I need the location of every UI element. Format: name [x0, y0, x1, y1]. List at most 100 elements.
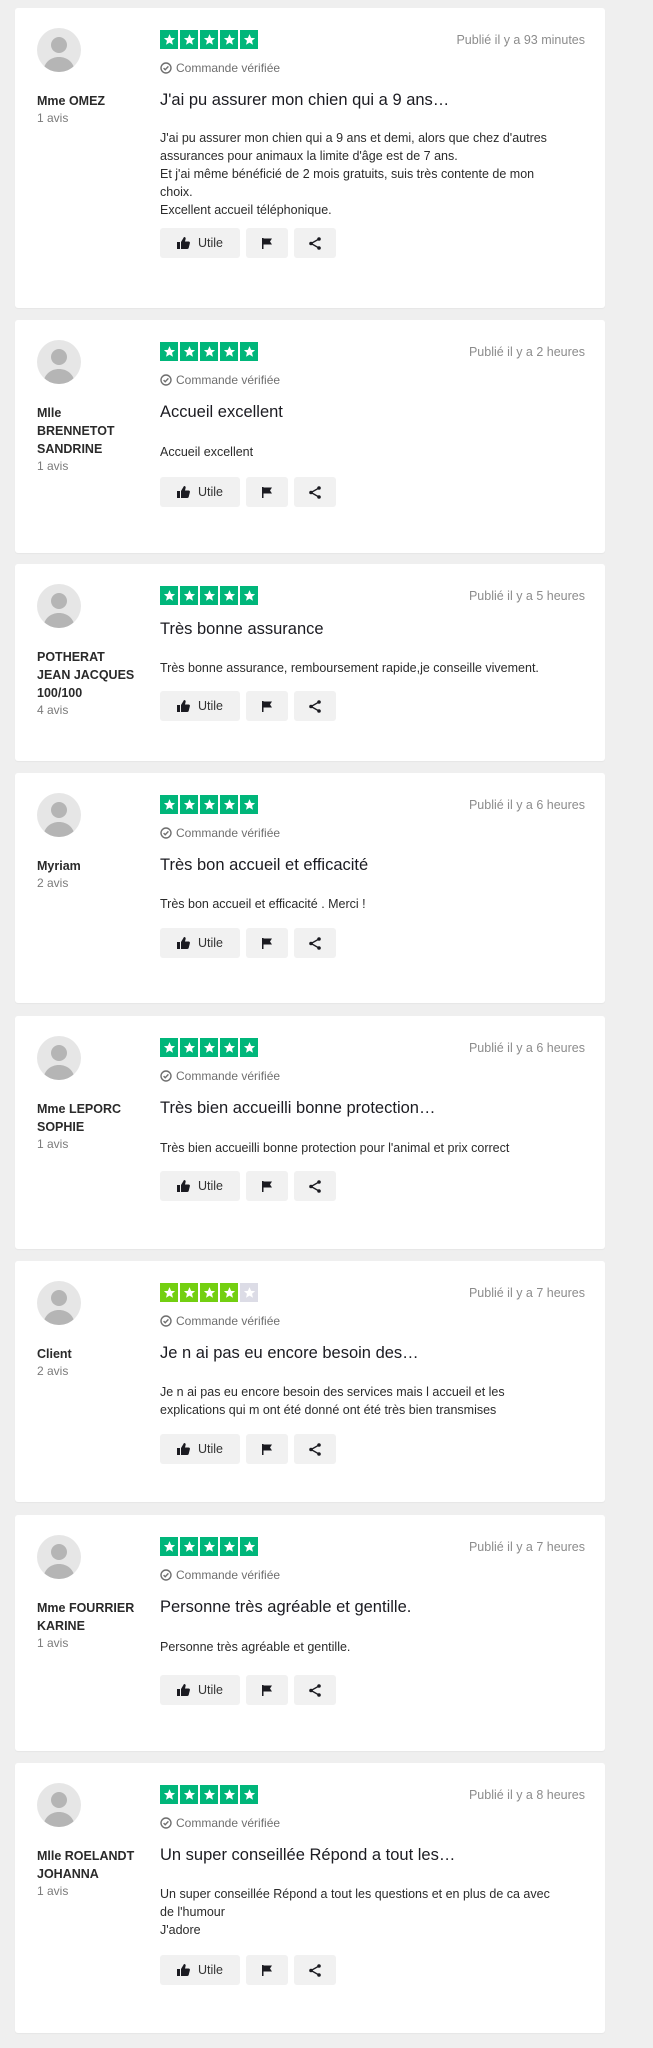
avatar-icon[interactable] — [37, 1281, 81, 1325]
verified-badge: Commande vérifiée — [160, 1568, 280, 1582]
share-button[interactable] — [294, 1955, 336, 1985]
author-name[interactable]: Mme FOURRIER KARINE 1 avis — [37, 1599, 152, 1652]
review-title[interactable]: Très bonne assurance — [160, 620, 580, 639]
review-card: POTHERAT JEAN JACQUES 100/100 4 avis Publi… — [15, 564, 605, 761]
report-button[interactable] — [246, 1171, 288, 1201]
review-title[interactable]: J'ai pu assurer mon chien qui a 9 ans… — [160, 91, 580, 110]
star-icon — [220, 795, 238, 814]
review-card: Client 2 avis Publié il y a 7 heures Comman… — [15, 1261, 605, 1502]
review-title[interactable]: Très bon accueil et efficacité — [160, 856, 580, 875]
flag-icon — [261, 1443, 273, 1455]
verified-label: Commande vérifiée — [176, 373, 281, 387]
review-title[interactable]: Un super conseillée Répond a tout les… — [160, 1846, 580, 1865]
author-name-text[interactable]: Mlle BRENNETOT SANDRINE — [37, 406, 115, 456]
review-body: Très bien accueilli bonne protection pou… — [160, 1141, 510, 1155]
review-title[interactable]: Je n ai pas eu encore besoin des… — [160, 1344, 580, 1363]
review-title[interactable]: Personne très agréable et gentille. — [160, 1598, 580, 1617]
verified-label: Commande vérifiée — [176, 1069, 281, 1083]
report-button[interactable] — [246, 1675, 288, 1705]
author-name-text[interactable]: Mlle ROELANDT JOHANNA — [37, 1849, 134, 1881]
author-name[interactable]: Myriam 2 avis — [37, 857, 152, 892]
share-button[interactable] — [294, 1171, 336, 1201]
author-name-text[interactable]: Mme LEPORC SOPHIE — [37, 1102, 121, 1134]
share-icon — [309, 1442, 321, 1456]
useful-button[interactable]: Utile — [160, 1171, 240, 1201]
review-body: Très bonne assurance, remboursement rapi… — [160, 661, 539, 675]
star-icon — [200, 1283, 218, 1302]
author-name[interactable]: Mme OMEZ 1 avis — [37, 92, 152, 127]
author-name[interactable]: Mlle BRENNETOT SANDRINE 1 avis — [37, 404, 152, 475]
star-rating — [160, 1038, 258, 1057]
flag-icon — [261, 1964, 273, 1976]
star-icon — [180, 795, 198, 814]
report-button[interactable] — [246, 1955, 288, 1985]
review-card: Myriam 2 avis Publié il y a 6 heures Comman… — [15, 773, 605, 1003]
useful-label: Utile — [197, 936, 223, 950]
author-name-text[interactable]: POTHERAT JEAN JACQUES 100/100 — [37, 650, 134, 700]
share-icon — [309, 236, 321, 250]
useful-button[interactable]: Utile — [160, 691, 240, 721]
star-icon — [180, 1038, 198, 1057]
useful-button[interactable]: Utile — [160, 1955, 240, 1985]
flag-icon — [261, 486, 273, 498]
author-name-text[interactable]: Client — [37, 1347, 72, 1361]
author-name[interactable]: Mlle ROELANDT JOHANNA 1 avis — [37, 1847, 152, 1900]
verified-label: Commande vérifiée — [176, 1314, 281, 1328]
report-button[interactable] — [246, 477, 288, 507]
check-circle-icon — [160, 374, 172, 386]
share-button[interactable] — [294, 228, 336, 258]
verified-label: Commande vérifiée — [176, 826, 281, 840]
author-name[interactable]: Mme LEPORC SOPHIE 1 avis — [37, 1100, 152, 1153]
author-review-count: 2 avis — [37, 876, 69, 890]
share-button[interactable] — [294, 1675, 336, 1705]
review-actions: Utile — [160, 1955, 336, 1985]
star-rating — [160, 586, 258, 605]
author-name-text[interactable]: Mme FOURRIER KARINE — [37, 1601, 134, 1633]
share-button[interactable] — [294, 928, 336, 958]
avatar-icon[interactable] — [37, 1783, 81, 1827]
review-body: Très bon accueil et efficacité . Merci ! — [160, 897, 366, 911]
share-button[interactable] — [294, 691, 336, 721]
report-button[interactable] — [246, 228, 288, 258]
avatar-icon[interactable] — [37, 793, 81, 837]
author-name[interactable]: POTHERAT JEAN JACQUES 100/100 4 avis — [37, 648, 152, 719]
star-icon — [200, 795, 218, 814]
review-title[interactable]: Accueil excellent — [160, 403, 580, 422]
star-icon — [160, 1785, 178, 1804]
star-icon — [200, 1537, 218, 1556]
report-button[interactable] — [246, 928, 288, 958]
avatar-icon[interactable] — [37, 340, 81, 384]
useful-button[interactable]: Utile — [160, 1434, 240, 1464]
useful-button[interactable]: Utile — [160, 928, 240, 958]
author-review-count: 1 avis — [37, 459, 69, 473]
share-button[interactable] — [294, 1434, 336, 1464]
author-name-text[interactable]: Mme OMEZ — [37, 94, 105, 108]
share-button[interactable] — [294, 477, 336, 507]
avatar-icon[interactable] — [37, 28, 81, 72]
star-icon — [200, 30, 218, 49]
author-name-text[interactable]: Myriam — [37, 859, 81, 873]
star-rating — [160, 30, 258, 49]
report-button[interactable] — [246, 691, 288, 721]
star-icon — [200, 1785, 218, 1804]
useful-button[interactable]: Utile — [160, 477, 240, 507]
avatar-icon[interactable] — [37, 1036, 81, 1080]
useful-button[interactable]: Utile — [160, 1675, 240, 1705]
star-icon — [200, 342, 218, 361]
review-title[interactable]: Très bien accueilli bonne protection… — [160, 1099, 580, 1118]
review-card: Mlle BRENNETOT SANDRINE 1 avis Publié il y… — [15, 320, 605, 553]
author-review-count: 1 avis — [37, 1636, 69, 1650]
avatar-icon[interactable] — [37, 1535, 81, 1579]
share-icon — [309, 936, 321, 950]
author-review-count: 2 avis — [37, 1364, 69, 1378]
author-name[interactable]: Client 2 avis — [37, 1345, 152, 1380]
useful-button[interactable]: Utile — [160, 228, 240, 258]
star-icon — [180, 30, 198, 49]
avatar-icon[interactable] — [37, 584, 81, 628]
review-body: J'ai pu assurer mon chien qui a 9 ans et… — [160, 131, 547, 217]
report-button[interactable] — [246, 1434, 288, 1464]
verified-label: Commande vérifiée — [176, 61, 281, 75]
review-date: Publié il y a 7 heures — [468, 1286, 585, 1300]
useful-label: Utile — [197, 485, 223, 499]
verified-badge: Commande vérifiée — [160, 373, 280, 387]
